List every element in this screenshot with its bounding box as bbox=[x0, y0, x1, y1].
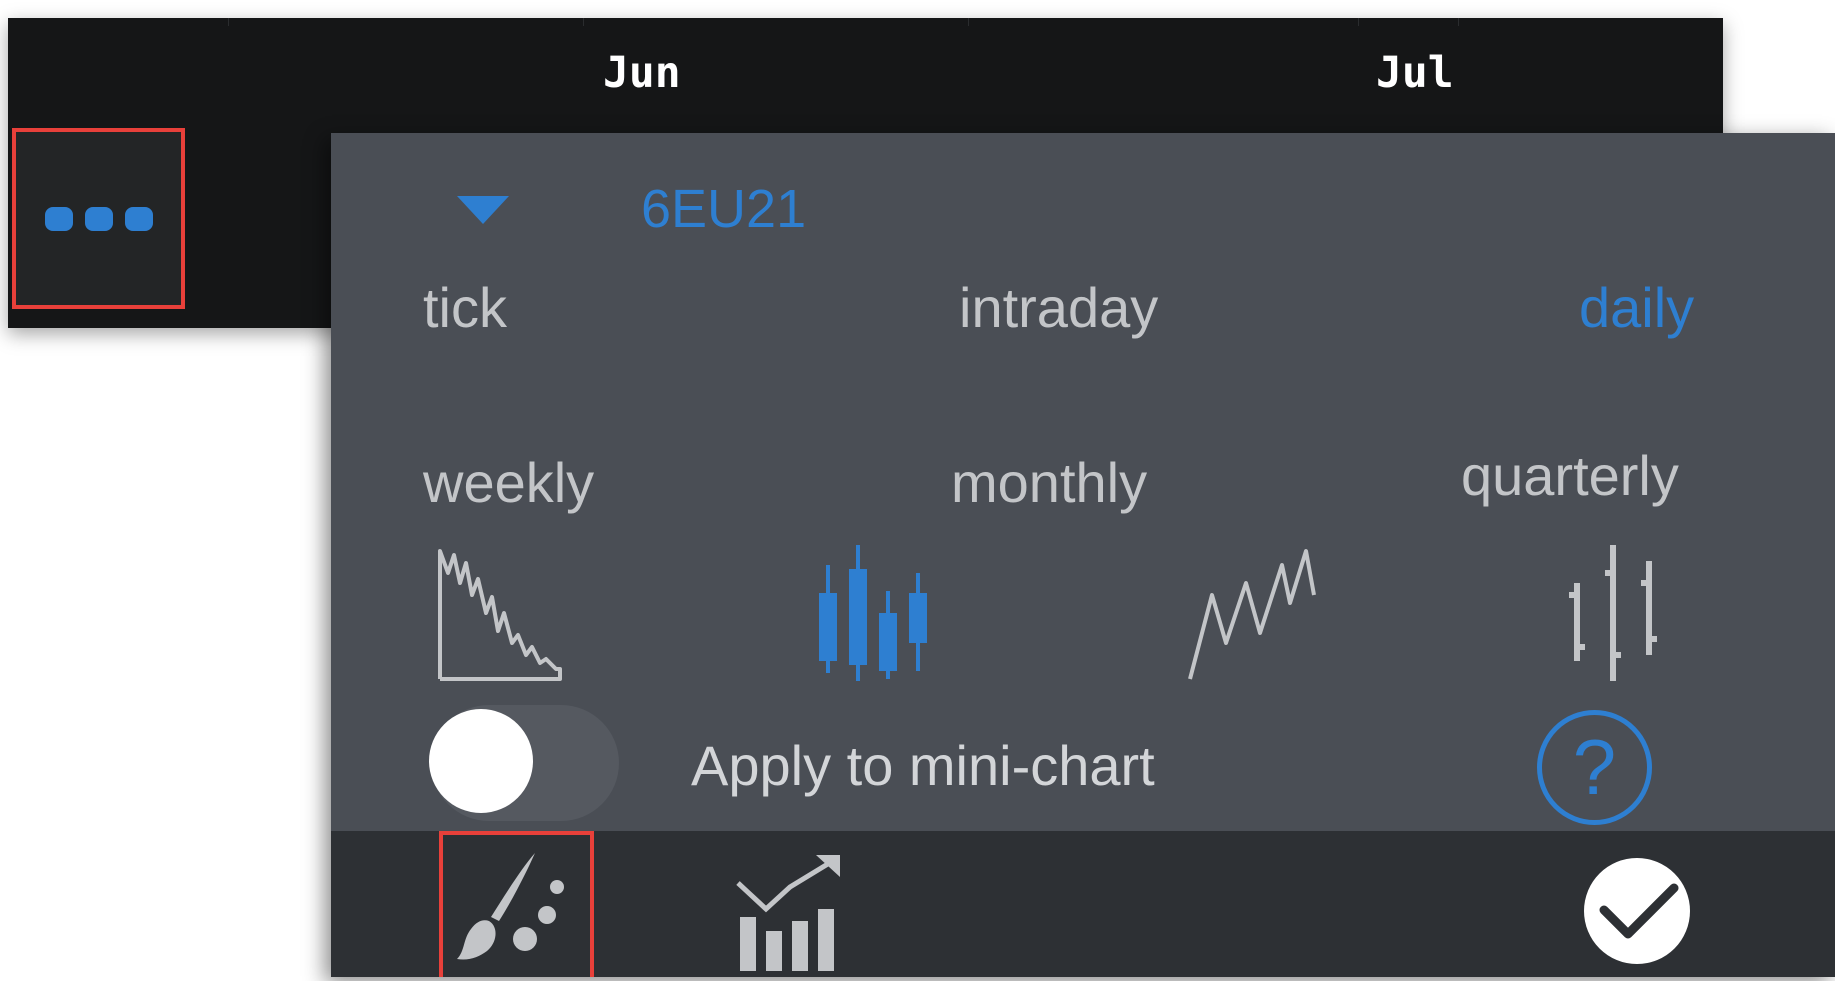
grid-tick bbox=[228, 18, 229, 26]
checkmark-icon bbox=[1599, 883, 1679, 939]
grid-tick bbox=[583, 18, 584, 26]
grid-tick bbox=[1358, 18, 1359, 26]
line-chart-icon[interactable] bbox=[1186, 543, 1326, 683]
ohlc-bar-chart-icon[interactable] bbox=[1563, 543, 1673, 683]
more-dots-icon bbox=[84, 206, 113, 231]
symbol-label[interactable]: 6EU21 bbox=[641, 178, 806, 240]
more-dots-icon bbox=[124, 206, 153, 231]
period-weekly[interactable]: weekly bbox=[423, 455, 594, 511]
bottom-toolbar bbox=[331, 831, 1835, 977]
period-quarterly[interactable]: quarterly bbox=[1461, 448, 1679, 504]
confirm-button[interactable] bbox=[1584, 858, 1690, 964]
more-dots-icon bbox=[44, 206, 73, 231]
area-chart-icon[interactable] bbox=[436, 543, 566, 683]
period-intraday[interactable]: intraday bbox=[959, 280, 1158, 336]
period-daily[interactable]: daily bbox=[1579, 280, 1694, 336]
candlestick-chart-icon[interactable] bbox=[816, 543, 946, 683]
period-monthly[interactable]: monthly bbox=[951, 455, 1147, 511]
paintbrush-icon bbox=[457, 853, 564, 960]
month-label-jun: Jun bbox=[603, 48, 681, 98]
grid-tick bbox=[1458, 18, 1459, 26]
help-button[interactable]: ? bbox=[1537, 710, 1652, 825]
more-menu-button[interactable] bbox=[12, 128, 185, 309]
apply-mini-chart-label: Apply to mini-chart bbox=[691, 734, 1155, 797]
paintbrush-button[interactable] bbox=[439, 831, 594, 977]
symbol-dropdown-icon[interactable] bbox=[457, 196, 509, 224]
apply-mini-chart-toggle[interactable] bbox=[429, 705, 619, 821]
toggle-knob bbox=[429, 709, 533, 813]
chart-settings-panel: 6EU21 tick intraday daily weekly monthly… bbox=[331, 133, 1835, 977]
grid-tick bbox=[968, 18, 969, 26]
month-label-jul: Jul bbox=[1376, 48, 1454, 98]
chart-indicators-icon[interactable] bbox=[736, 851, 846, 971]
period-tick[interactable]: tick bbox=[423, 280, 507, 336]
